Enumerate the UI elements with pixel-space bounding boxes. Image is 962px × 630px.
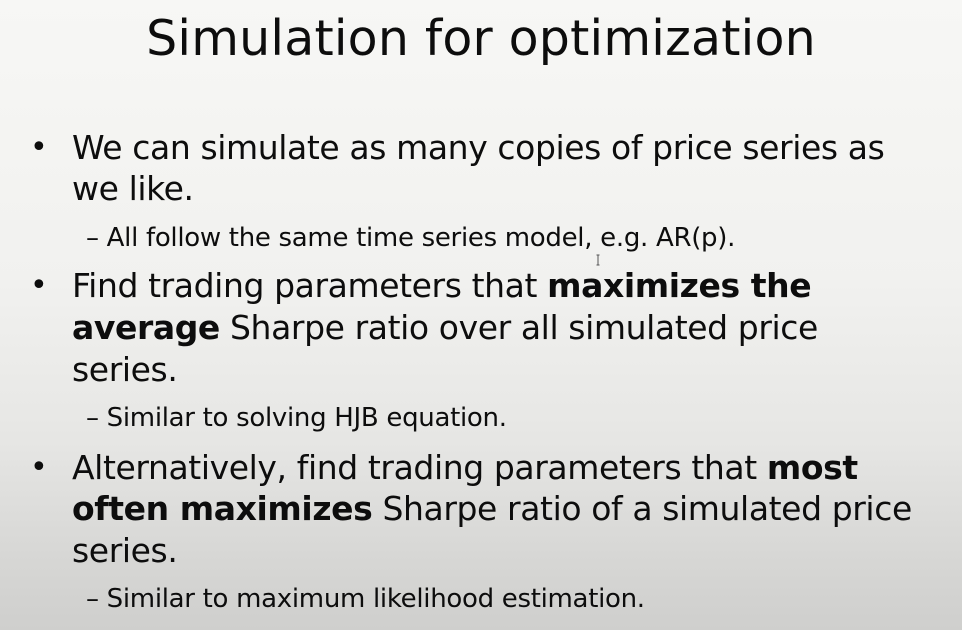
bullet-text: we like. — [72, 169, 194, 208]
bullet-text: We can simulate as many copies of price … — [72, 128, 885, 167]
bullet-line: Find trading parameters that maximizes t… — [72, 266, 812, 306]
bullet-text-bold: often maximizes — [72, 489, 373, 528]
bullet-marker: • — [30, 450, 48, 485]
bullet-text: Alternatively, find trading parameters t… — [72, 448, 767, 487]
bullet-text: Find trading parameters that — [72, 266, 548, 305]
bullet-marker: • — [30, 130, 48, 165]
bullet-text: Sharpe ratio over all simulated price — [219, 308, 818, 347]
bullet-text: Sharpe ratio of a simulated price — [372, 489, 912, 528]
slide: Simulation for optimization • We can sim… — [0, 0, 962, 630]
bullet-line: We can simulate as many copies of price … — [72, 128, 885, 168]
slide-title: Simulation for optimization — [146, 10, 816, 67]
text-cursor-icon — [596, 254, 600, 266]
bullet-marker: • — [30, 268, 48, 303]
bullet-text-bold: maximizes the — [547, 266, 812, 305]
bullet-line: we like. — [72, 169, 194, 209]
bullet-line: average Sharpe ratio over all simulated … — [72, 308, 818, 348]
bullet-line: series. — [72, 350, 178, 390]
sub-bullet: – All follow the same time series model,… — [86, 223, 736, 253]
bullet-line: often maximizes Sharpe ratio of a simula… — [72, 489, 912, 529]
sub-bullet: – Similar to maximum likelihood estimati… — [86, 584, 645, 614]
bullet-line: series. — [72, 531, 178, 571]
bullet-text-bold: most — [766, 448, 858, 487]
bullet-line: Alternatively, find trading parameters t… — [72, 448, 858, 488]
bullet-text: series. — [72, 531, 178, 570]
sub-bullet: – Similar to solving HJB equation. — [86, 403, 507, 433]
bullet-text: series. — [72, 350, 178, 389]
bullet-text-bold: average — [72, 308, 220, 347]
